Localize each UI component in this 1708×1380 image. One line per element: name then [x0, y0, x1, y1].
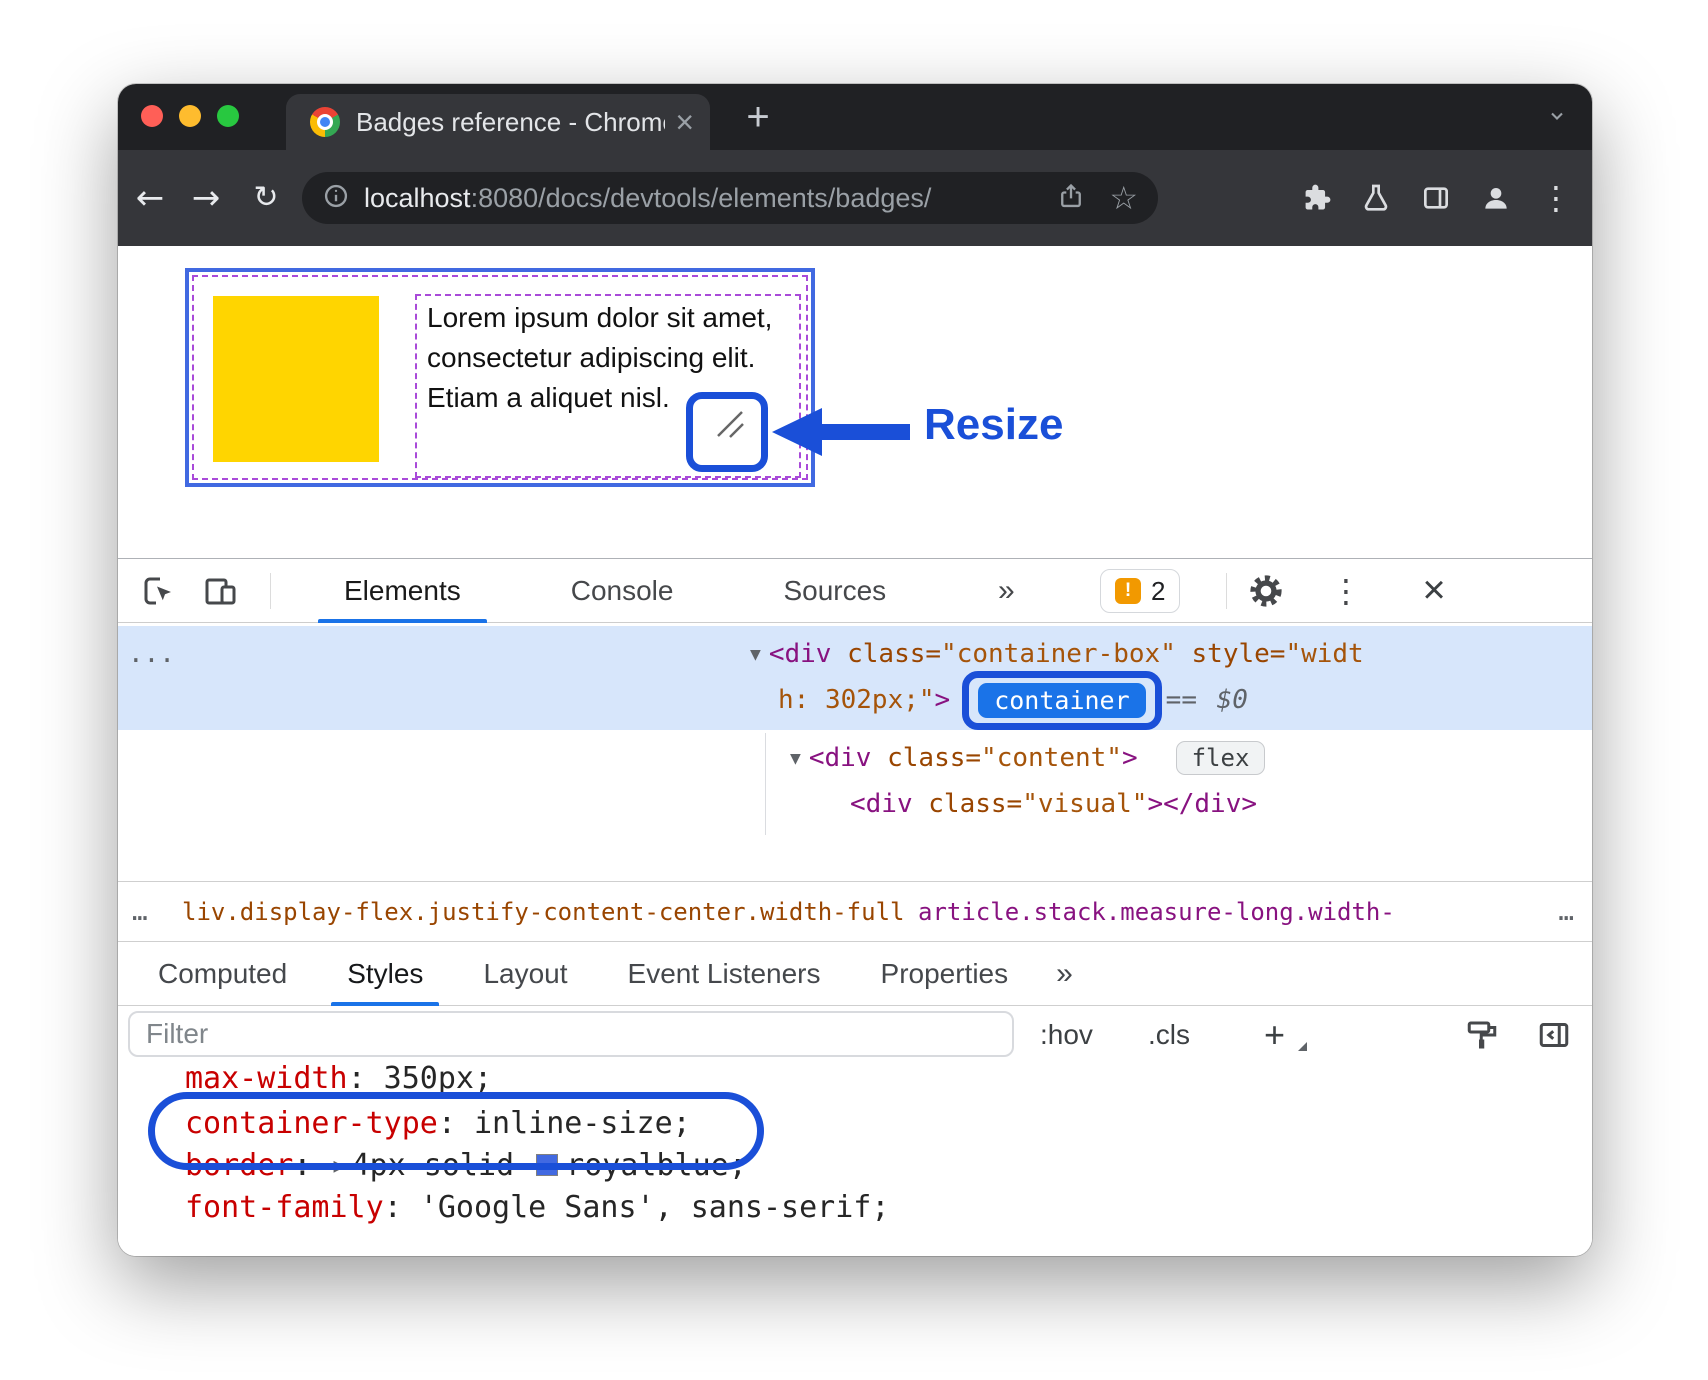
collapsed-ancestors-ellipsis[interactable]: ...: [128, 631, 175, 677]
back-icon[interactable]: ←: [128, 176, 172, 220]
annotation-circle-container-badge: container: [962, 671, 1161, 730]
annotation-circle-resize: [686, 392, 768, 472]
url-text: localhost:8080/docs/devtools/elements/ba…: [364, 183, 931, 214]
tab-styles[interactable]: Styles: [317, 942, 453, 1005]
styles-filter-bar: :hov .cls +: [118, 1006, 1592, 1064]
hov-toggle[interactable]: :hov: [1040, 1006, 1093, 1064]
close-devtools-icon[interactable]: ×: [1404, 559, 1464, 623]
color-swatch[interactable]: [536, 1154, 558, 1176]
tab-computed[interactable]: Computed: [128, 942, 317, 1005]
css-property-max-width[interactable]: max-width: 350px;: [185, 1064, 492, 1100]
issues-counter[interactable]: ! 2: [1100, 569, 1180, 613]
container-badge[interactable]: container: [978, 683, 1145, 718]
chevron-down-icon[interactable]: [1544, 106, 1570, 131]
tab-title: Badges reference - Chrome De: [356, 107, 665, 138]
tab-layout[interactable]: Layout: [453, 942, 597, 1005]
breadcrumb: … liv.display-flex.justify-content-cente…: [118, 881, 1592, 941]
tab-console[interactable]: Console: [531, 559, 714, 623]
tree-indent-guide: [765, 733, 766, 835]
expand-shorthand-icon[interactable]: ▶: [334, 1153, 346, 1177]
css-property-font-family[interactable]: font-family: 'Google Sans', sans-serif;: [185, 1186, 889, 1228]
close-window-button[interactable]: [141, 105, 163, 127]
tree-node-content[interactable]: ▼<div class="content">flex: [790, 735, 1265, 781]
settings-gear-icon[interactable]: [1248, 573, 1284, 609]
tree-node-visual[interactable]: <div class="visual"></div>: [850, 781, 1257, 827]
toolbar-divider: [1226, 573, 1227, 609]
styles-sidebar-tabs: Computed Styles Layout Event Listeners P…: [118, 941, 1592, 1006]
filter-input[interactable]: [128, 1011, 1014, 1057]
screenshot-canvas: Badges reference - Chrome De × + ← → ↻ l…: [0, 0, 1708, 1380]
toolbar-divider: [270, 573, 271, 609]
devtools-toolbar: Elements Console Sources » ! 2 ⋮ ×: [118, 559, 1592, 623]
device-toolbar-icon[interactable]: [202, 573, 238, 609]
extensions-puzzle-icon[interactable]: [1294, 176, 1338, 220]
tab-elements[interactable]: Elements: [304, 559, 501, 623]
new-style-rule-button[interactable]: +: [1264, 1006, 1285, 1064]
breadcrumb-overflow-right[interactable]: …: [1558, 882, 1574, 942]
navigation-bar: ← → ↻ localhost:8080/docs/devtools/eleme…: [118, 150, 1592, 246]
site-info-icon[interactable]: [322, 182, 350, 215]
issues-count: 2: [1151, 576, 1165, 607]
more-tabs-chevron[interactable]: »: [998, 559, 1015, 623]
side-panel-icon[interactable]: [1414, 176, 1458, 220]
annotation-arrow-icon: [772, 408, 822, 456]
browser-tab[interactable]: Badges reference - Chrome De ×: [286, 94, 710, 150]
breadcrumb-item-article[interactable]: article.stack.measure-long.width-: [918, 882, 1395, 942]
title-bar: Badges reference - Chrome De × +: [118, 84, 1592, 150]
devtools-panel: Elements Console Sources » ! 2 ⋮ × ...: [118, 558, 1592, 1256]
address-bar[interactable]: localhost:8080/docs/devtools/elements/ba…: [302, 172, 1158, 224]
css-property-container-type[interactable]: container-type: inline-size;: [185, 1102, 691, 1144]
page-viewport: Lorem ipsum dolor sit amet, consectetur …: [118, 246, 1592, 558]
browser-actions: ⋮: [1294, 176, 1578, 220]
devtools-tabs: Elements Console Sources: [304, 559, 926, 623]
rendering-paint-icon[interactable]: [1464, 1017, 1500, 1053]
expand-arrow-icon[interactable]: ▼: [750, 644, 761, 665]
profile-avatar-icon[interactable]: [1474, 176, 1518, 220]
css-property-border[interactable]: border: ▶4px solid royalblue;: [185, 1144, 747, 1186]
dock-sidebar-icon[interactable]: [1536, 1017, 1572, 1053]
bookmark-star-icon[interactable]: ☆: [1109, 179, 1138, 217]
chrome-favicon-icon: [310, 107, 340, 137]
browser-window: Badges reference - Chrome De × + ← → ↻ l…: [118, 84, 1592, 1256]
devtools-menu-kebab-icon[interactable]: ⋮: [1330, 559, 1362, 623]
tab-event-listeners[interactable]: Event Listeners: [598, 942, 851, 1005]
expand-arrow-icon[interactable]: ▼: [790, 748, 801, 769]
inspect-element-icon[interactable]: [140, 573, 176, 609]
resize-annotation-label: Resize: [924, 400, 1063, 450]
new-tab-button[interactable]: +: [736, 96, 780, 140]
breadcrumb-item-div[interactable]: liv.display-flex.justify-content-center.…: [182, 882, 904, 942]
visual-yellow-square: [213, 296, 379, 462]
browser-menu-kebab-icon[interactable]: ⋮: [1534, 176, 1578, 220]
tab-properties[interactable]: Properties: [851, 942, 1039, 1005]
styles-pane: max-width: 350px; container-type: inline…: [118, 1064, 1592, 1256]
reload-icon[interactable]: ↻: [244, 176, 288, 220]
issues-warning-icon: !: [1115, 578, 1141, 604]
maximize-window-button[interactable]: [217, 105, 239, 127]
annotation-arrow-shaft: [820, 424, 910, 440]
dollar-zero-hint: $0: [1217, 685, 1248, 715]
forward-icon[interactable]: →: [184, 176, 228, 220]
cls-toggle[interactable]: .cls: [1148, 1006, 1190, 1064]
tree-node-container-box-wrap[interactable]: h: 302px;">container== $0: [778, 677, 1248, 723]
share-icon[interactable]: [1057, 182, 1085, 215]
new-rule-caret-icon: [1298, 1042, 1307, 1051]
tab-sources[interactable]: Sources: [743, 559, 926, 623]
close-tab-icon[interactable]: ×: [675, 106, 694, 138]
minimize-window-button[interactable]: [179, 105, 201, 127]
breadcrumb-overflow-left[interactable]: …: [132, 882, 148, 942]
beaker-flask-icon[interactable]: [1354, 176, 1398, 220]
flex-badge[interactable]: flex: [1176, 741, 1266, 775]
more-sidebar-tabs-chevron[interactable]: »: [1038, 942, 1091, 1005]
